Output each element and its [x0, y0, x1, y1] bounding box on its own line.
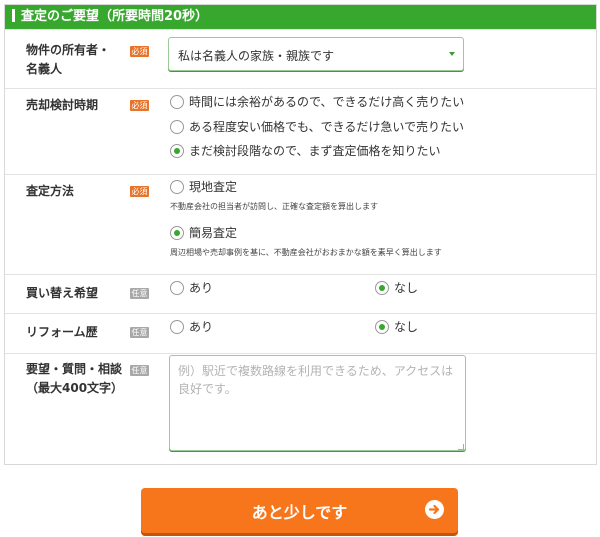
replacement-yes[interactable]: あり	[170, 279, 213, 296]
method-simple-note: 周辺相場や売却事例を基に、不動産会社がおおまかな額を素早く算出します	[170, 248, 442, 257]
owner-select-value: 私は名義人の家族・親族です	[178, 49, 335, 63]
reform-yes[interactable]: あり	[170, 318, 213, 335]
required-badge: 必須	[130, 186, 149, 197]
method-option-simple[interactable]: 簡易査定	[170, 224, 237, 241]
timing-option-label: 時間には余裕があるので、できるだけ高く売りたい	[189, 95, 465, 109]
replacement-yes-label: あり	[189, 281, 214, 295]
reform-no-label: なし	[394, 320, 419, 334]
radio-circle[interactable]	[170, 179, 184, 194]
request-label-line1: 要望・質問・相談	[26, 362, 123, 376]
replacement-no-label: なし	[394, 281, 419, 295]
reform-yes-label: あり	[189, 320, 214, 334]
timing-option-3[interactable]: まだ検討段階なので、まず査定価格を知りたい	[170, 142, 441, 159]
resize-grip-icon[interactable]	[458, 444, 464, 450]
request-label: 要望・質問・相談 （最大400文字）	[26, 360, 123, 398]
header-bar	[12, 9, 15, 22]
method-option-label: 現地査定	[189, 180, 238, 194]
owner-label-line2: 名義人	[26, 62, 63, 76]
replacement-label: 買い替え希望	[26, 286, 99, 300]
radio-circle-checked[interactable]	[375, 280, 389, 295]
radio-circle[interactable]	[170, 280, 184, 295]
owner-label-line1: 物件の所有者・	[26, 43, 111, 57]
radio-circle[interactable]	[170, 319, 184, 334]
method-option-onsite[interactable]: 現地査定	[170, 178, 237, 195]
replacement-no[interactable]: なし	[375, 279, 418, 296]
method-label: 査定方法	[26, 184, 75, 198]
optional-badge: 任意	[130, 288, 149, 299]
form-header: 査定のご要望（所要時間20秒）	[5, 5, 596, 29]
method-option-label: 簡易査定	[189, 226, 238, 240]
required-badge: 必須	[130, 46, 149, 57]
method-onsite-note: 不動産会社の担当者が訪問し、正確な査定額を算出します	[170, 202, 378, 211]
optional-badge: 任意	[130, 327, 149, 338]
request-label-line2: （最大400文字）	[26, 381, 124, 395]
radio-circle[interactable]	[170, 94, 184, 109]
optional-badge: 任意	[130, 365, 149, 376]
timing-label: 売却検討時期	[26, 98, 99, 112]
reform-no[interactable]: なし	[375, 318, 418, 335]
radio-circle-checked[interactable]	[170, 225, 184, 240]
radio-circle[interactable]	[170, 119, 184, 134]
owner-label: 物件の所有者・ 名義人	[26, 41, 110, 79]
timing-option-1[interactable]: 時間には余裕があるので、できるだけ高く売りたい	[170, 93, 464, 110]
radio-circle-checked[interactable]	[375, 319, 389, 334]
arrow-right-icon	[425, 500, 444, 519]
timing-option-2[interactable]: ある程度安い価格でも、できるだけ急いで売りたい	[170, 118, 464, 135]
timing-option-label: ある程度安い価格でも、できるだけ急いで売りたい	[189, 120, 465, 134]
method-row: 査定方法 必須	[5, 174, 596, 274]
form-title: 査定のご要望（所要時間20秒）	[21, 9, 209, 24]
submit-button[interactable]: あと少しです	[141, 488, 458, 533]
chevron-down-icon	[449, 52, 455, 56]
reform-label: リフォーム歴	[26, 325, 98, 339]
reform-row: リフォーム歴 任意	[5, 313, 596, 353]
submit-label: あと少しです	[251, 502, 348, 522]
radio-circle-checked[interactable]	[170, 143, 184, 158]
replacement-row: 買い替え希望 任意	[5, 274, 596, 313]
request-textarea[interactable]	[169, 355, 466, 451]
required-badge: 必須	[130, 100, 149, 111]
owner-select[interactable]: 私は名義人の家族・親族です	[168, 37, 464, 71]
timing-option-label: まだ検討段階なので、まず査定価格を知りたい	[189, 144, 441, 158]
